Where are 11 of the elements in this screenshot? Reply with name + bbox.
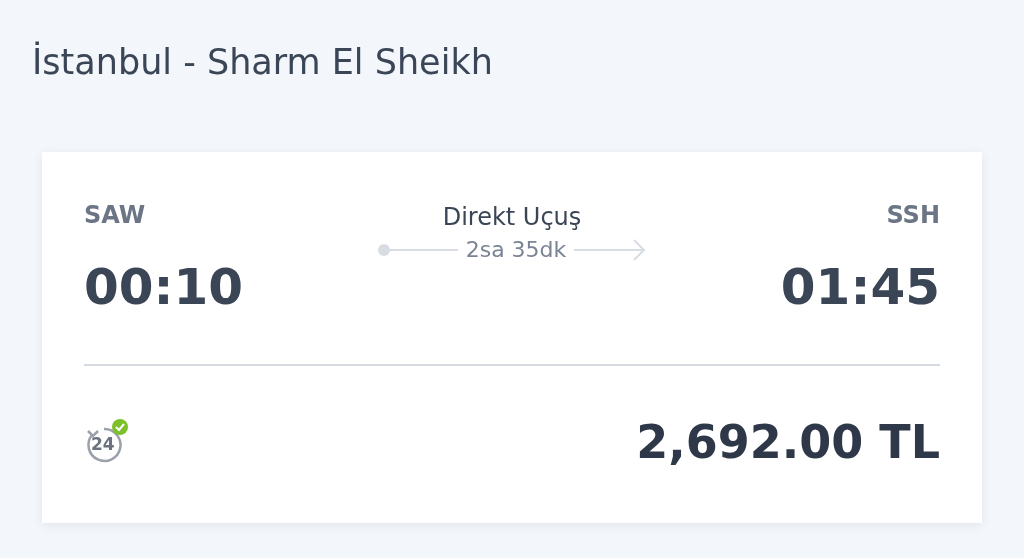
flight-card[interactable]: SAW 00:10 Direkt Uçuş 2sa 35dk SSH 01:45 24 2,692.00 TL bbox=[42, 152, 982, 523]
airport-code: SAW bbox=[84, 200, 146, 230]
origin-dot-icon bbox=[377, 244, 458, 256]
price: 2,692.00 TL bbox=[636, 413, 940, 471]
airport-code: SSH bbox=[886, 200, 940, 230]
flight-duration: 2sa 35dk bbox=[465, 236, 567, 264]
arrival-time: 01:45 bbox=[780, 257, 940, 318]
departure-time: 00:10 bbox=[84, 257, 244, 318]
arrow-icon bbox=[574, 239, 647, 261]
page-title: İstanbul - Sharm El Sheikh bbox=[32, 40, 493, 84]
flight-type: Direkt Uçuş bbox=[442, 202, 582, 233]
